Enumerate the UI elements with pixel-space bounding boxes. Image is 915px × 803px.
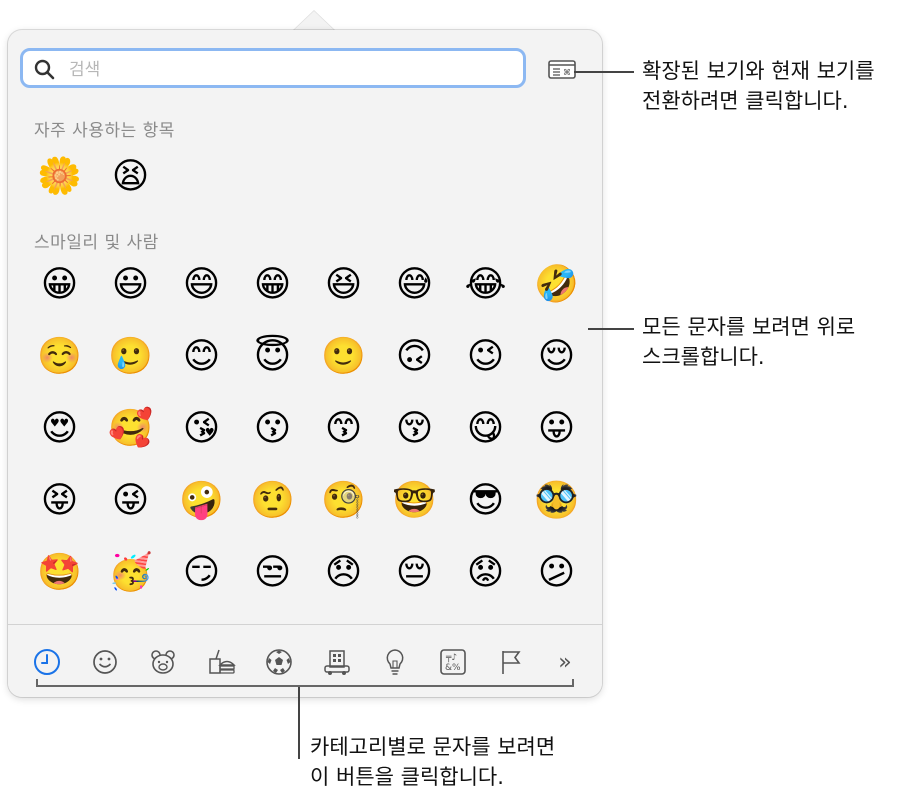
callout-line-scroll <box>588 328 634 330</box>
emoji-button[interactable]: 🥳 <box>95 542 166 604</box>
emoji-button[interactable]: 🤣 <box>521 254 592 316</box>
emoji-button[interactable]: 🙃 <box>379 326 450 388</box>
emoji-button[interactable]: 😝 <box>24 470 95 532</box>
emoji-button[interactable]: 😎 <box>450 470 521 532</box>
emoji-button[interactable]: 😜 <box>95 470 166 532</box>
category-bracket <box>36 679 574 687</box>
search-input[interactable] <box>67 57 511 83</box>
callout-scroll-line1: 모든 문자를 보려면 위로 <box>642 315 856 339</box>
callout-view-toggle-line2: 전환하려면 클릭합니다. <box>642 89 849 113</box>
building-icon <box>324 650 350 675</box>
tab-animals[interactable] <box>146 645 180 679</box>
emoji-button[interactable]: 😁 <box>237 254 308 316</box>
food-icon <box>209 649 236 674</box>
tab-symbols[interactable]: ╤♪ &% <box>436 645 470 679</box>
emoji-row: ☺️ 🥲 😊 😇 🙂 🙃 😉 😌 <box>24 326 592 388</box>
search-icon <box>33 58 57 86</box>
tab-smileys[interactable] <box>88 645 122 679</box>
emoji-button[interactable]: 😋 <box>450 398 521 460</box>
emoji-button[interactable]: 🤓 <box>379 470 450 532</box>
tab-flags[interactable] <box>494 645 528 679</box>
callout-line-view-toggle <box>574 71 634 73</box>
emoji-button[interactable]: 😚 <box>379 398 450 460</box>
emoji-button[interactable]: 🤨 <box>237 470 308 532</box>
smiley-icon <box>93 650 117 674</box>
character-viewer-icon: ⌘ <box>548 60 576 79</box>
emoji-button[interactable]: 😅 <box>379 254 450 316</box>
emoji-button[interactable]: 🥸 <box>521 470 592 532</box>
callout-categories: 카테고리별로 문자를 보려면 이 버튼을 클릭합니다. <box>310 732 555 792</box>
emoji-button[interactable]: 😍 <box>24 398 95 460</box>
callout-view-toggle: 확장된 보기와 현재 보기를 전환하려면 클릭합니다. <box>642 56 875 116</box>
emoji-button[interactable]: 😘 <box>166 398 237 460</box>
tab-activity[interactable] <box>262 645 296 679</box>
emoji-button[interactable]: 🥲 <box>95 326 166 388</box>
svg-text:&%: &% <box>445 663 461 673</box>
emoji-row: 😀 😃 😄 😁 😆 😅 😂 🤣 <box>24 254 592 316</box>
emoji-button[interactable]: 🤪 <box>166 470 237 532</box>
flag-icon <box>502 651 521 674</box>
svg-text:╤♪: ╤♪ <box>445 653 457 663</box>
tab-food[interactable] <box>204 645 238 679</box>
section-title-smileys: 스마일리 및 사람 <box>34 233 159 253</box>
emoji-button[interactable]: 🤩 <box>24 542 95 604</box>
emoji-button[interactable]: 😇 <box>237 326 308 388</box>
frequent-row: 🌼 😫 <box>24 146 166 208</box>
emoji-button[interactable]: 😌 <box>521 326 592 388</box>
callout-view-toggle-line1: 확장된 보기와 현재 보기를 <box>642 59 875 83</box>
callout-line-categories <box>298 687 300 759</box>
emoji-button[interactable]: 🥰 <box>95 398 166 460</box>
emoji-button[interactable]: 😟 <box>450 542 521 604</box>
tab-travel[interactable] <box>320 645 354 679</box>
emoji-button[interactable]: 😙 <box>308 398 379 460</box>
emoji-button[interactable]: 😕 <box>521 542 592 604</box>
callout-categories-line2: 이 버튼을 클릭합니다. <box>310 765 504 789</box>
more-icon[interactable]: » <box>548 645 582 679</box>
emoji-button[interactable]: 😂 <box>450 254 521 316</box>
emoji-button[interactable]: 😗 <box>237 398 308 460</box>
section-title-frequent: 자주 사용하는 항목 <box>34 121 175 141</box>
popover-arrow <box>292 10 336 31</box>
ball-icon <box>266 649 292 675</box>
emoji-row: 😝 😜 🤪 🤨 🧐 🤓 😎 🥸 <box>24 470 592 532</box>
emoji-button[interactable]: 🙂 <box>308 326 379 388</box>
emoji-button[interactable]: 🌼 <box>24 146 95 208</box>
emoji-button[interactable]: 😞 <box>308 542 379 604</box>
search-field[interactable] <box>20 48 526 88</box>
emoji-button[interactable]: ☺️ <box>24 326 95 388</box>
view-toggle-button[interactable]: ⌘ <box>546 58 578 80</box>
emoji-button[interactable]: 😉 <box>450 326 521 388</box>
tab-objects[interactable] <box>378 645 412 679</box>
bulb-icon <box>386 649 404 675</box>
emoji-button[interactable]: 🧐 <box>308 470 379 532</box>
emoji-button[interactable]: 😫 <box>95 146 166 208</box>
emoji-button[interactable]: 😀 <box>24 254 95 316</box>
svg-text:⌘: ⌘ <box>563 68 571 77</box>
symbols-icon: ╤♪ &% <box>440 649 466 675</box>
emoji-button[interactable]: 😒 <box>237 542 308 604</box>
emoji-button[interactable]: 😆 <box>308 254 379 316</box>
emoji-row: 😍 🥰 😘 😗 😙 😚 😋 😛 <box>24 398 592 460</box>
emoji-row: 🤩 🥳 😏 😒 😞 😔 😟 😕 <box>24 542 592 604</box>
callout-scroll-line2: 스크롤합니다. <box>642 345 765 369</box>
bear-icon <box>151 650 175 674</box>
callout-scroll: 모든 문자를 보려면 위로 스크롤합니다. <box>642 312 855 372</box>
emoji-button[interactable]: 😛 <box>521 398 592 460</box>
emoji-button[interactable]: 😊 <box>166 326 237 388</box>
callout-categories-line1: 카테고리별로 문자를 보려면 <box>310 735 556 759</box>
emoji-button[interactable]: 😏 <box>166 542 237 604</box>
clock-icon <box>34 649 60 675</box>
character-viewer-panel: ⌘ 자주 사용하는 항목 🌼😫 스마일리 및 사람 😀😃😄😁😆😅😂🤣 ☺️🥲😊😇🙂… <box>8 30 602 697</box>
emoji-button[interactable]: 😔 <box>379 542 450 604</box>
emoji-button[interactable]: 😄 <box>166 254 237 316</box>
emoji-button[interactable]: 😃 <box>95 254 166 316</box>
tab-recent[interactable] <box>30 645 64 679</box>
